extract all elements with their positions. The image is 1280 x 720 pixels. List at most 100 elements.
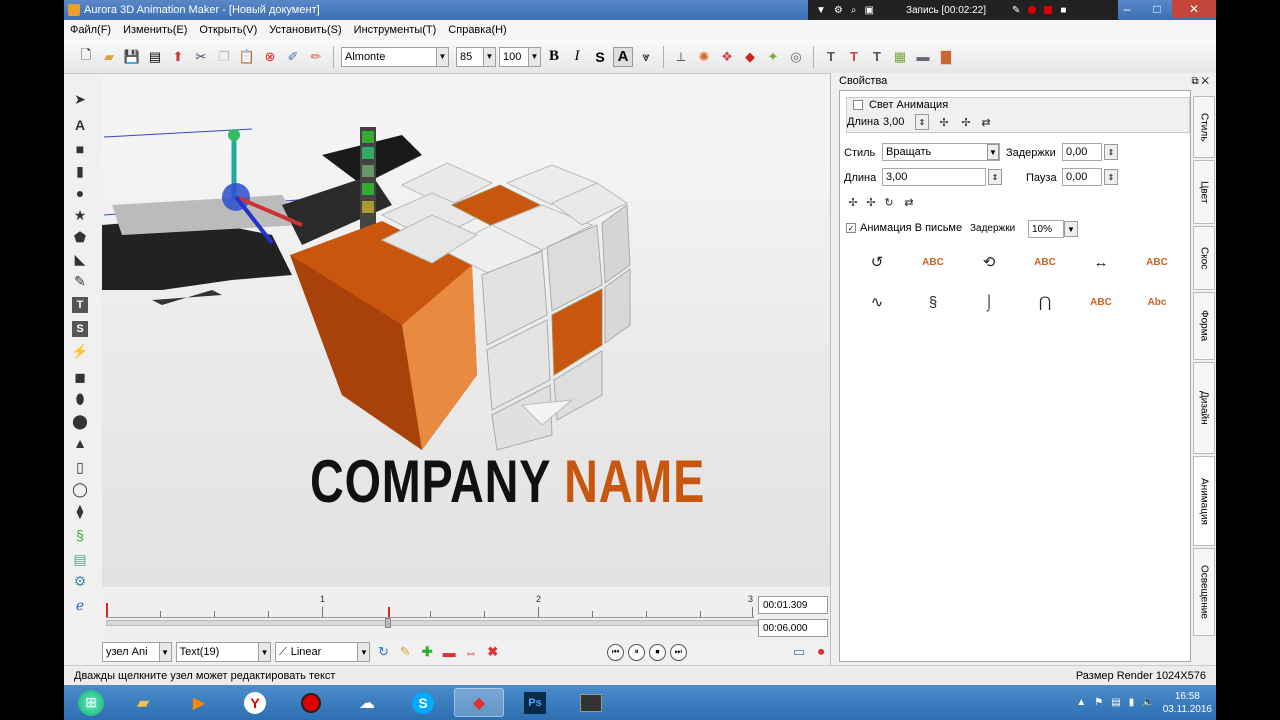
interpolation-select[interactable]: ⟋ Linear ▼ — [275, 642, 371, 662]
export-icon[interactable]: ⬆ — [168, 47, 188, 67]
ie-tool-icon[interactable]: ℯ — [72, 597, 88, 613]
text-box-tool-icon[interactable]: T — [72, 297, 88, 313]
light-length-value[interactable]: 3,00 — [883, 116, 904, 128]
forward-button[interactable]: ⏭ — [669, 643, 687, 661]
rounded-rect-tool-icon[interactable]: ▮ — [72, 163, 88, 179]
network-icon[interactable]: ▤ — [1111, 697, 1120, 708]
timeline-start-marker[interactable] — [106, 603, 108, 617]
copy-icon[interactable]: ❐ — [214, 47, 234, 67]
scrollbar-thumb[interactable] — [385, 618, 391, 628]
direction2-icon[interactable]: ✢ — [955, 111, 977, 133]
font-size-select[interactable]: 85 ▼ — [456, 46, 496, 67]
tab-color[interactable]: Цвет — [1193, 160, 1215, 224]
minimize-button[interactable]: – — [1112, 0, 1142, 18]
menu-file[interactable]: Файл(F) — [70, 24, 111, 36]
shape-tool-icon[interactable]: ◣ — [72, 251, 88, 267]
star-tool-icon[interactable]: ★ — [72, 207, 88, 223]
layer-icon[interactable]: ▬ — [913, 47, 933, 67]
delete-icon[interactable]: ⊗ — [260, 47, 280, 67]
style-select[interactable]: Вращать ▼ — [882, 143, 1000, 161]
clear-keyframes-icon[interactable]: ✖ — [484, 643, 502, 661]
text-tool-icon[interactable]: A — [72, 117, 88, 133]
yandex-browser-icon[interactable]: Y — [230, 688, 280, 717]
tab-bevel[interactable]: Скос — [1193, 226, 1215, 290]
cut-icon[interactable]: ✂ — [191, 47, 211, 67]
loop-icon[interactable]: ⇄ — [975, 111, 997, 133]
tab-shape[interactable]: Форма — [1193, 292, 1215, 360]
italic-button[interactable]: I — [567, 47, 587, 67]
torus-tool-icon[interactable]: ◯ — [72, 481, 88, 497]
horizontal-move-icon[interactable]: ↔ — [1090, 251, 1112, 273]
light-animation-checkbox[interactable] — [853, 100, 863, 110]
delay-spin[interactable]: ⇕ — [1104, 144, 1118, 160]
skype-icon[interactable]: S — [398, 688, 448, 717]
playhead-marker[interactable] — [388, 607, 390, 617]
volume-icon[interactable]: 🔈 — [1142, 697, 1154, 708]
maximize-button[interactable]: □ — [1142, 0, 1172, 18]
cone-tool-icon[interactable]: ▲ — [72, 435, 88, 451]
save-icon[interactable]: 💾 — [122, 47, 142, 67]
cylinder-tool-icon[interactable]: ⬮ — [72, 391, 88, 407]
loop-icon[interactable]: ⇄ — [898, 191, 920, 213]
stop-button[interactable]: ⏹ — [649, 643, 666, 661]
current-time-field[interactable]: 00:01.309 — [758, 596, 828, 614]
letters-fade-icon[interactable]: Abc — [1146, 291, 1168, 313]
recorder-icon[interactable] — [286, 688, 336, 717]
strike-button[interactable]: S — [590, 47, 610, 67]
chevron-down-icon[interactable]: ▼ — [816, 5, 826, 16]
start-button[interactable]: ⊞ — [66, 688, 116, 717]
length-spin[interactable]: ⇕ — [988, 169, 1002, 185]
timeline-scrollbar[interactable] — [106, 618, 758, 628]
zoom-select[interactable]: 100 ▼ — [499, 46, 541, 67]
cube-tool-icon[interactable]: ◼ — [72, 369, 88, 385]
pencil-icon[interactable]: ✎ — [1012, 5, 1020, 16]
key-icon[interactable]: ✎ — [396, 643, 414, 661]
select-tool-icon[interactable]: ➤ — [72, 91, 88, 107]
media-player-icon[interactable]: ▶ — [174, 688, 224, 717]
letter-delay-field[interactable]: 10% — [1028, 220, 1064, 238]
paste-icon[interactable]: 📋 — [237, 47, 257, 67]
menu-open[interactable]: Открыть(V) — [199, 24, 257, 36]
background-icon[interactable]: ▇ — [936, 47, 956, 67]
align-icon[interactable]: ⟂ — [671, 47, 691, 67]
symbol-tool-icon[interactable]: S — [72, 321, 88, 337]
font-select[interactable]: Almonte ▼ — [341, 46, 449, 67]
scene-canvas[interactable]: COMPANY NAME — [102, 75, 830, 587]
menu-settings[interactable]: Установить(S) — [269, 24, 341, 36]
timeline[interactable]: 1 2 3 00:01.309 00:06.000 — [102, 590, 830, 640]
pause-button[interactable]: ⏸ — [628, 643, 646, 661]
explorer-icon[interactable]: ▰ — [118, 688, 168, 717]
s-curve-icon[interactable]: § — [922, 291, 944, 313]
vase-tool-icon[interactable]: ⧫ — [72, 503, 88, 519]
loop-rotate-icon[interactable]: ⟲ — [978, 251, 1000, 273]
remove-keyframe-icon[interactable]: ▬ — [440, 643, 458, 661]
signal-icon[interactable]: ▮ — [1129, 697, 1135, 708]
aurora-3d-icon[interactable]: ◆ — [454, 688, 504, 717]
node-select[interactable]: узел Ani ▼ — [102, 642, 172, 662]
refresh-icon[interactable]: ↻ — [374, 643, 392, 661]
crop-icon[interactable]: ▣ — [864, 5, 873, 16]
company-name-logo[interactable]: COMPANY NAME — [310, 447, 705, 516]
image-icon[interactable]: ▦ — [890, 47, 910, 67]
menu-help[interactable]: Справка(H) — [448, 24, 506, 36]
record-video-icon[interactable]: ⏺ — [812, 643, 830, 661]
text-format-icon[interactable]: ⩔ — [636, 47, 656, 67]
loop-letters-icon[interactable]: ABC — [1034, 251, 1056, 273]
text-style-button[interactable]: A — [613, 46, 633, 67]
add-keyframe-icon[interactable]: ✚ — [418, 643, 436, 661]
circle-tool-icon[interactable]: ● — [72, 185, 88, 201]
rewind-button[interactable]: ⏮ — [607, 643, 625, 661]
tab-design[interactable]: Дизайн — [1193, 362, 1215, 454]
text-3d-3-icon[interactable]: T — [867, 47, 887, 67]
effect2-icon[interactable]: ❖ — [717, 47, 737, 67]
pentagon-tool-icon[interactable]: ⬟ — [72, 229, 88, 245]
settings-icon[interactable]: ⚙ — [834, 5, 843, 16]
wave-icon[interactable]: ∿ — [866, 291, 888, 313]
globe-icon[interactable]: ◎ — [786, 47, 806, 67]
search-icon[interactable]: ⌕ — [851, 5, 857, 16]
open-icon[interactable]: ▰ — [99, 47, 119, 67]
rotate-icon[interactable]: ↻ — [878, 191, 900, 213]
cloud-icon[interactable]: ☁ — [342, 688, 392, 717]
light-length-spin[interactable]: ⇕ — [915, 114, 929, 130]
flag-icon[interactable]: ⚑ — [1094, 697, 1103, 708]
